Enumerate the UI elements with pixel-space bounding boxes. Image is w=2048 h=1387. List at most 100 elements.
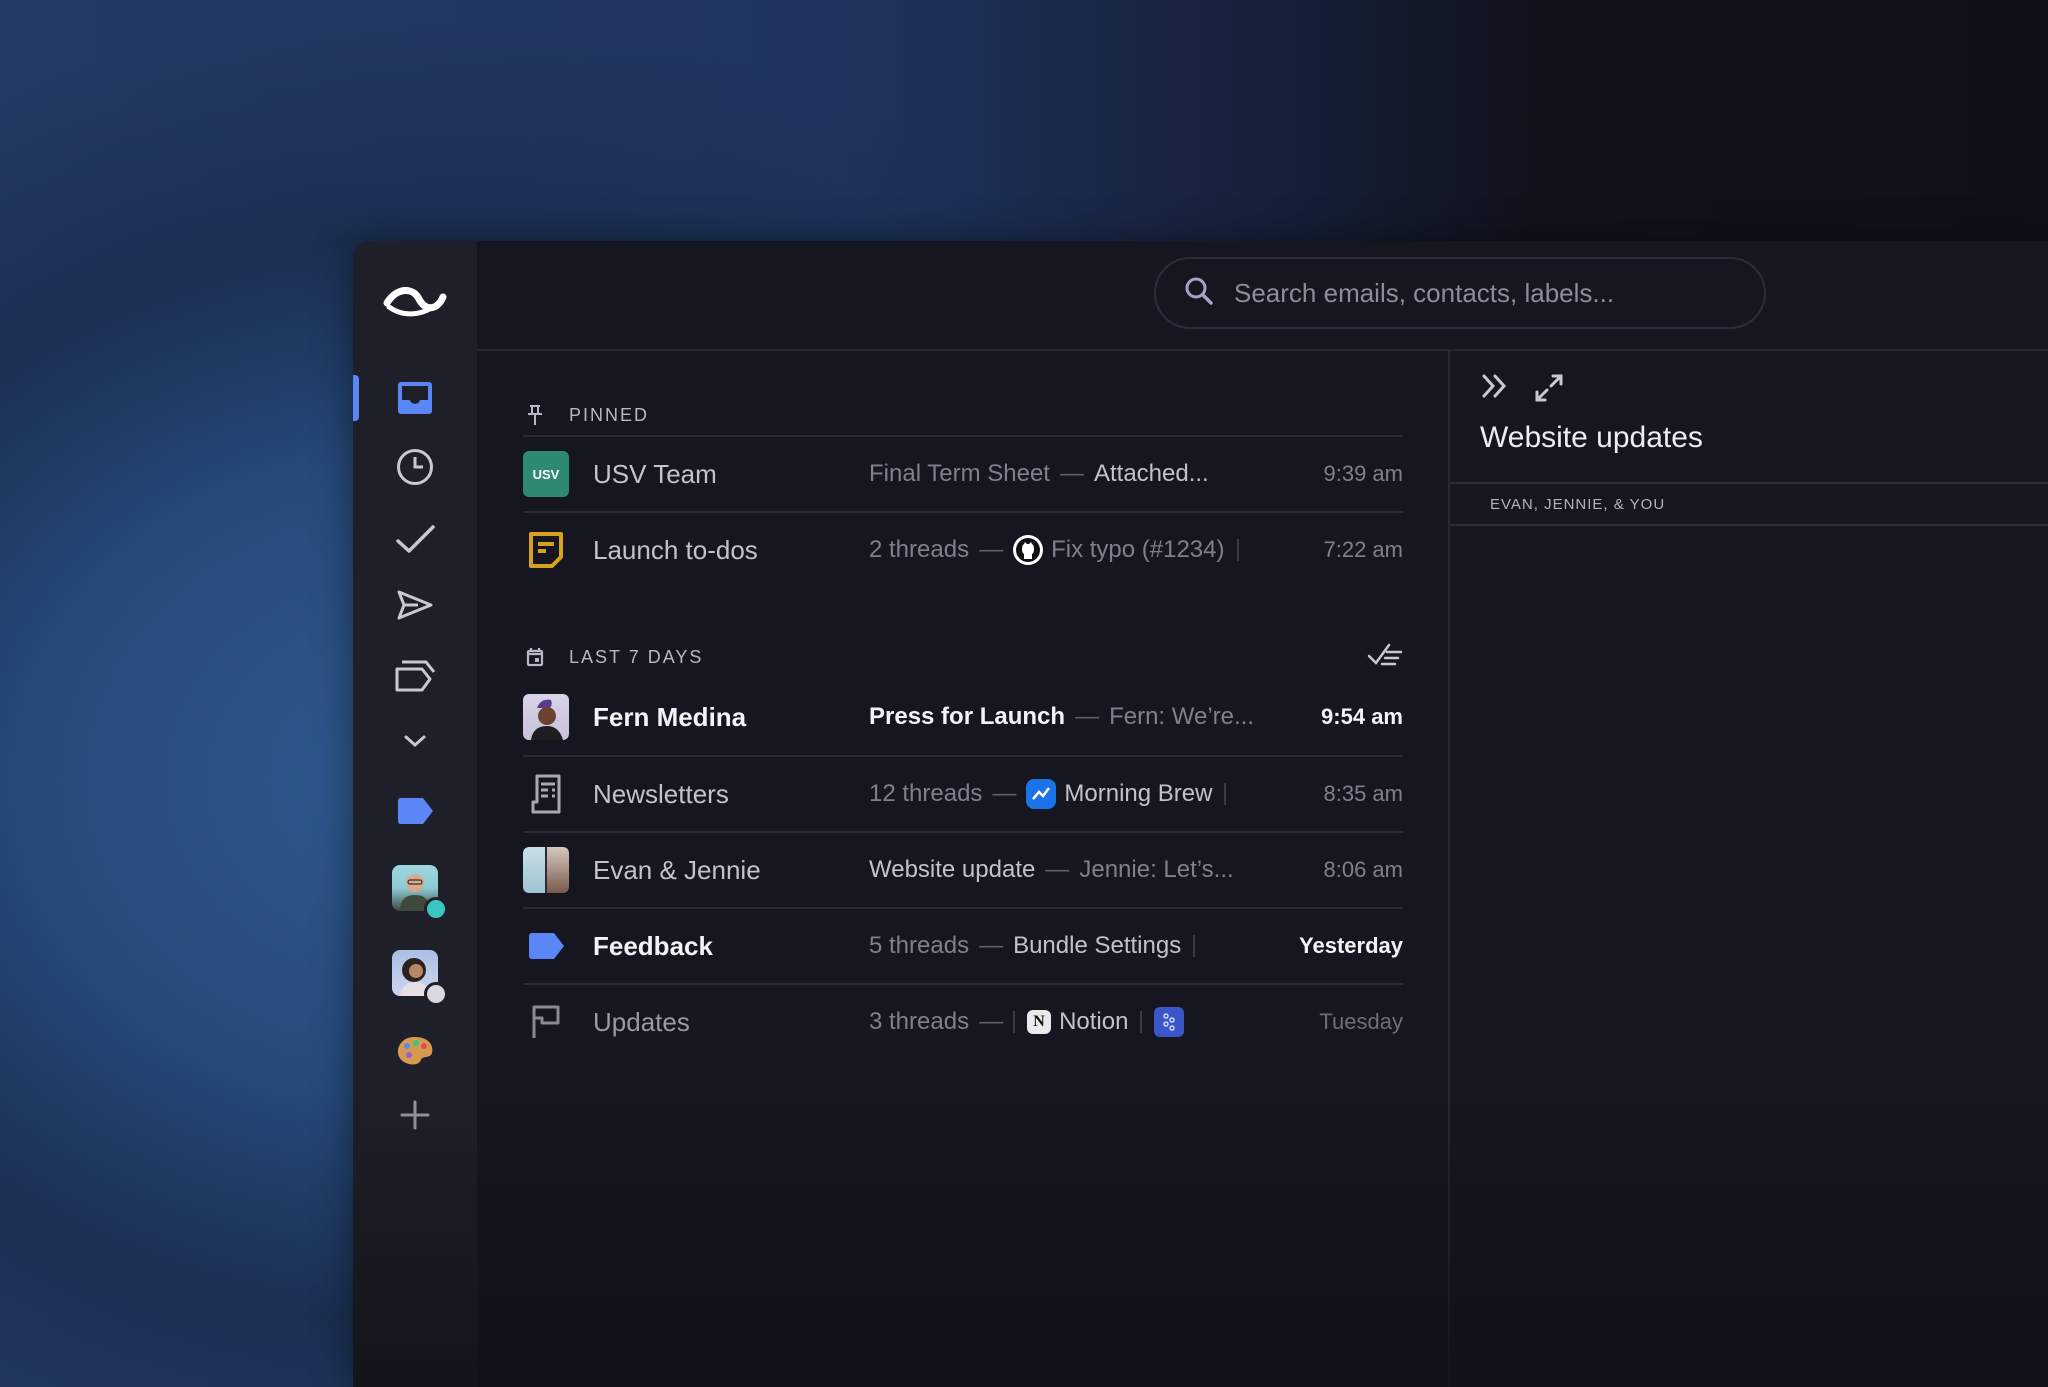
thread-time: 9:54 am — [1321, 704, 1403, 729]
thread-preview: 3 threads — N Notion — [869, 1007, 1253, 1037]
avatar — [523, 847, 545, 893]
thread-name: Fern Medina — [593, 701, 747, 732]
thread-row[interactable]: USV USV Team Final Term Sheet — Attached… — [523, 435, 1403, 511]
thread-detail-pane: Website updates EVAN, JENNIE, & YOU Jenn… — [1448, 349, 2048, 1387]
plus-icon — [400, 1100, 430, 1130]
app-badge-icon — [1154, 1007, 1185, 1037]
presence-dot — [424, 982, 448, 1006]
list-item: Changelog — [1614, 747, 2048, 785]
thread-preview: 2 threads — Fix typo (#1234) — [869, 535, 1253, 565]
participants-bar: EVAN, JENNIE, & YOU — [1450, 482, 2048, 526]
thread-name: Newsletters — [593, 778, 729, 809]
github-icon — [1013, 535, 1044, 565]
message-text: Hey Evan! I'm having a hard time updati — [1574, 600, 2017, 628]
avatar — [392, 865, 448, 921]
sidebar-item-labels[interactable] — [353, 647, 477, 703]
section-label: PINNED — [569, 404, 650, 425]
sidebar-rail — [353, 241, 477, 1387]
reaction-party-popper[interactable]: 🎉 1 — [1659, 1243, 1736, 1289]
thread-row[interactable]: Evan & Jennie Website update — Jennie: L… — [523, 831, 1403, 907]
check-icon — [396, 525, 435, 553]
label-tag-icon — [523, 923, 569, 969]
avatar — [547, 847, 569, 893]
reaction-count: 1 — [1708, 1253, 1721, 1278]
collapse-pane-icon[interactable] — [1480, 373, 1510, 408]
reactions: 🙌 2 🎉 1 ☺ — [1574, 1243, 2048, 1289]
sidebar-item-snoozed[interactable] — [353, 439, 477, 495]
thread-preview: 12 threads — Morning Brew — [869, 779, 1253, 809]
sidebar-item-contact-1[interactable] — [353, 860, 477, 921]
search-icon — [1184, 276, 1214, 311]
chevron-down-icon — [404, 735, 426, 748]
presence-dot — [424, 897, 448, 921]
message-text: I'm down to try, but I only have a tiny … — [1574, 968, 2011, 996]
thread-time: Yesterday — [1299, 933, 1403, 958]
message-time: 8:14 AM — [1698, 935, 1784, 961]
thread-time: 9:39 am — [1323, 461, 1404, 486]
avatar-group — [523, 847, 569, 893]
section-header-last-7-days: LAST 7 DAYS — [523, 637, 1403, 677]
add-reaction-button[interactable]: ☺ — [1745, 1243, 1802, 1289]
send-icon — [397, 590, 433, 620]
mark-all-done-icon[interactable] — [1367, 642, 1403, 673]
thread-row[interactable]: Newsletters 12 threads — Morning Brew 8:… — [523, 755, 1403, 831]
search-bar[interactable] — [1154, 257, 1766, 329]
message-text: animations. I can't get our waves to tra… — [1574, 638, 2016, 666]
sidebar-item-contact-2[interactable] — [353, 945, 477, 1006]
palette-icon — [397, 1037, 433, 1065]
thread-name: Evan & Jennie — [593, 854, 761, 885]
party-popper-icon: 🎉 — [1674, 1253, 1703, 1278]
sidebar-item-inbox[interactable] — [353, 370, 477, 426]
thread-name: Launch to-dos — [593, 534, 758, 565]
wave-logo-icon — [383, 287, 447, 317]
message-text: experience. I know Fern made our origi — [1574, 1006, 2008, 1034]
sidebar-item-more[interactable] — [353, 713, 477, 769]
section-header-pinned: PINNED — [523, 395, 1403, 435]
thread-row[interactable]: Launch to-dos 2 threads — Fix typo (#123… — [523, 511, 1403, 587]
section-label: LAST 7 DAYS — [569, 646, 704, 667]
sidebar-item-add[interactable] — [353, 1087, 477, 1143]
message-author: Evan Fritz — [1574, 935, 1689, 962]
expand-icon[interactable] — [1534, 373, 1564, 408]
note-icon — [523, 527, 569, 573]
app-window: PINNED USV USV Team Final Term Sheet — A… — [353, 241, 2048, 1387]
avatar — [523, 694, 569, 740]
pin-icon — [523, 404, 547, 426]
message-time: 8:06 AM — [1736, 567, 1821, 593]
thread-row[interactable]: Updates 3 threads — N Notion Tuesday — [523, 983, 1403, 1059]
avatar — [1480, 567, 1542, 629]
thread-preview: Press for Launch — Fern: We’re... — [869, 703, 1253, 730]
reaction-count: 2 — [1622, 1253, 1635, 1278]
thread-row[interactable]: Fern Medina Press for Launch — Fern: We’… — [523, 679, 1403, 755]
participants-label: EVAN, JENNIE, & YOU — [1490, 495, 1666, 513]
sidebar-item-label-blue[interactable] — [353, 783, 477, 839]
sidebar-item-theme[interactable] — [353, 1023, 477, 1079]
message-text: Let's sync after standup this morning — [1574, 1192, 1981, 1220]
reaction-raised-hands[interactable]: 🙌 2 — [1574, 1243, 1650, 1289]
avatar — [1480, 1121, 1542, 1183]
message-text: I’ve tried a few different styles to no … — [1574, 828, 2013, 856]
morning-brew-icon — [1026, 779, 1057, 809]
message-text: be your best bet for help! — [1574, 1044, 1851, 1072]
message-list: Method Downloads Changelog — [1574, 671, 2048, 785]
thread-preview: Final Term Sheet — Attached... — [869, 460, 1209, 487]
sidebar-item-done[interactable] — [353, 511, 477, 567]
top-bar — [477, 241, 2048, 351]
thread-name: Feedback — [593, 930, 713, 961]
flag-icon — [523, 999, 569, 1045]
thread-row[interactable]: Feedback 5 threads — Bundle Settings Yes… — [523, 907, 1403, 983]
search-input[interactable] — [1232, 276, 1736, 310]
inbox-icon — [398, 382, 432, 414]
avatar: USV — [523, 451, 569, 497]
raised-hands-icon: 🙌 — [1589, 1253, 1617, 1278]
newspaper-icon — [523, 771, 569, 817]
labels-icon — [395, 660, 436, 692]
message-text: Those waves are tricky! I'm happy to he — [1574, 1154, 2014, 1182]
avatar — [1480, 935, 1542, 997]
app-logo[interactable] — [353, 271, 477, 331]
calendar-icon — [523, 647, 547, 667]
message-time: 8:25 AM — [1725, 1121, 1810, 1147]
thread-preview: 5 threads — Bundle Settings — [869, 932, 1253, 960]
thread-time: 8:35 am — [1323, 781, 1404, 806]
sidebar-item-sent[interactable] — [353, 577, 477, 633]
